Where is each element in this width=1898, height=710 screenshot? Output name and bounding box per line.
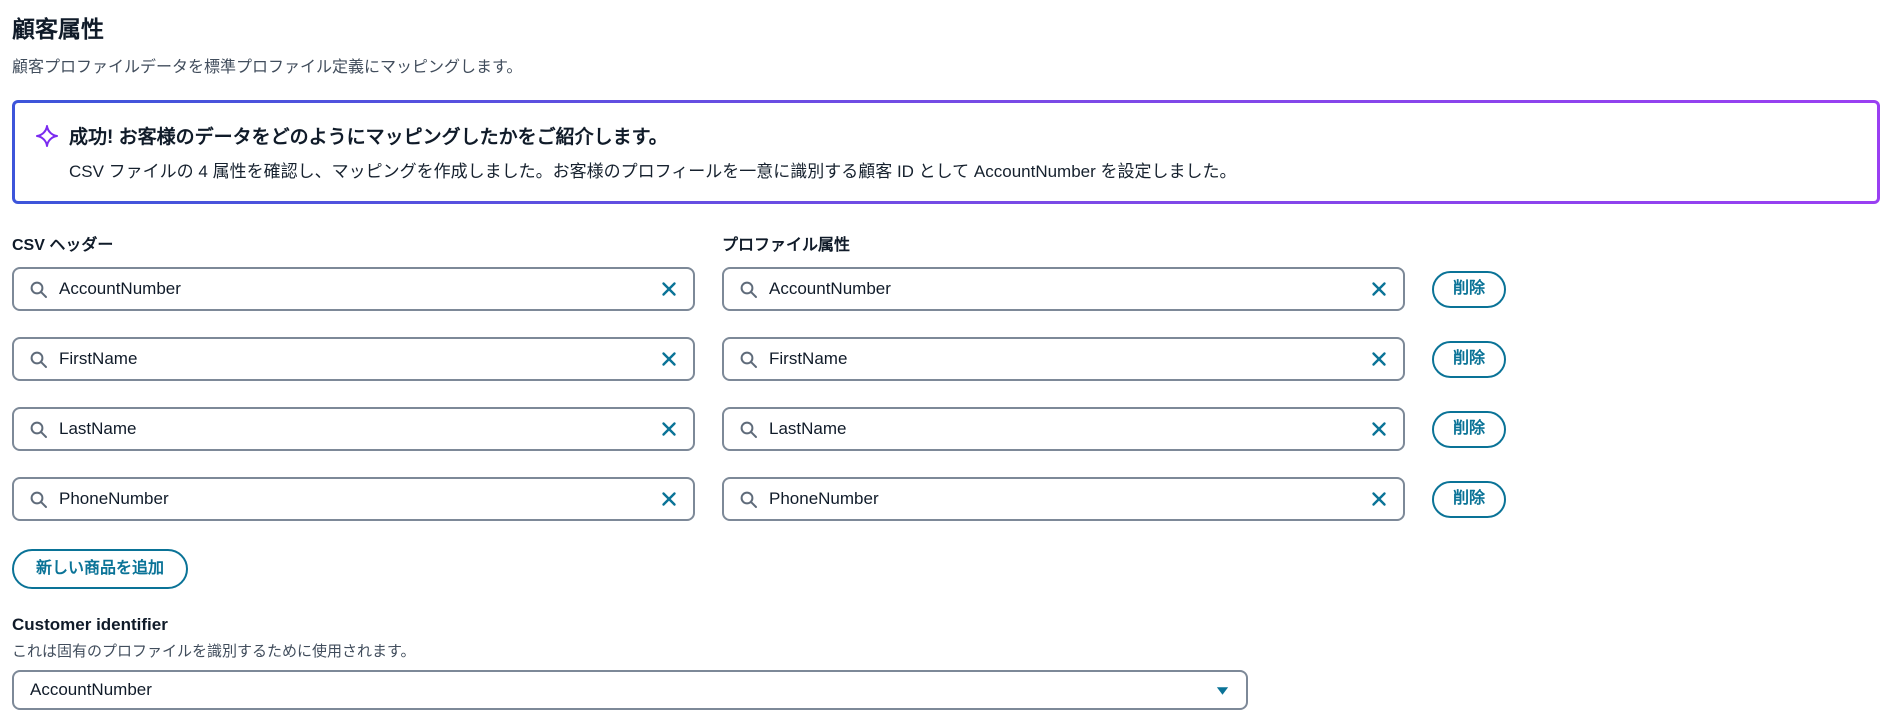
column-headers: CSV ヘッダー プロファイル属性 <box>12 231 1880 255</box>
clear-x-icon[interactable] <box>1370 420 1388 438</box>
customer-identifier-description: これは固有のプロファイルを識別するために使用されます。 <box>12 643 416 660</box>
banner-description: CSV ファイルの 4 属性を確認し、マッピングを作成しました。お客様のプロフィ… <box>69 162 1237 181</box>
csv-header-input[interactable] <box>59 349 650 369</box>
clear-x-icon[interactable] <box>660 420 678 438</box>
mapping-row: 削除 <box>12 477 1880 521</box>
search-icon <box>739 350 758 369</box>
mapping-rows: 削除 <box>12 267 1880 521</box>
page-title: 顧客属性 <box>12 16 104 42</box>
csv-header-column-label: CSV ヘッダー <box>12 237 114 254</box>
profile-attribute-field <box>722 337 1405 381</box>
customer-identifier-selected-value: AccountNumber <box>30 680 152 699</box>
profile-attribute-input[interactable] <box>769 349 1360 369</box>
customer-attributes-page: 顧客属性 顧客プロファイルデータを標準プロファイル定義にマッピングします。 成功… <box>0 0 1898 710</box>
caret-down-icon <box>1215 683 1230 698</box>
delete-button[interactable]: 削除 <box>1432 340 1507 378</box>
mapping-row: 削除 <box>12 267 1880 311</box>
success-banner-body: 成功! お客様のデータをどのようにマッピングしたかをご紹介します。 CSV ファ… <box>15 103 1877 201</box>
csv-header-field <box>12 477 695 521</box>
search-icon <box>29 420 48 439</box>
success-banner: 成功! お客様のデータをどのようにマッピングしたかをご紹介します。 CSV ファ… <box>12 100 1880 204</box>
search-icon <box>29 280 48 299</box>
profile-attribute-field <box>722 477 1405 521</box>
search-icon <box>29 350 48 369</box>
customer-identifier-section: Customer identifier これは固有のプロファイルを識別するために… <box>12 615 1880 710</box>
search-icon <box>739 420 758 439</box>
csv-header-field <box>12 337 695 381</box>
csv-header-input[interactable] <box>59 489 650 509</box>
csv-header-input[interactable] <box>59 279 650 299</box>
profile-attribute-field <box>722 267 1405 311</box>
profile-attribute-input[interactable] <box>769 419 1360 439</box>
search-icon <box>739 280 758 299</box>
banner-title: 成功! お客様のデータをどのようにマッピングしたかをご紹介します。 <box>69 127 668 148</box>
clear-x-icon[interactable] <box>660 280 678 298</box>
clear-x-icon[interactable] <box>660 490 678 508</box>
mapping-row: 削除 <box>12 407 1880 451</box>
csv-header-field <box>12 267 695 311</box>
clear-x-icon[interactable] <box>1370 280 1388 298</box>
delete-button[interactable]: 削除 <box>1432 480 1507 518</box>
search-icon <box>739 490 758 509</box>
customer-identifier-select[interactable]: AccountNumber <box>12 670 1248 710</box>
mapping-row: 削除 <box>12 337 1880 381</box>
clear-x-icon[interactable] <box>1370 350 1388 368</box>
page-subtitle: 顧客プロファイルデータを標準プロファイル定義にマッピングします。 <box>12 59 523 76</box>
delete-button[interactable]: 削除 <box>1432 410 1507 448</box>
profile-attribute-input[interactable] <box>769 279 1360 299</box>
profile-attribute-column-label: プロファイル属性 <box>722 237 851 254</box>
clear-x-icon[interactable] <box>1370 490 1388 508</box>
csv-header-field <box>12 407 695 451</box>
delete-button[interactable]: 削除 <box>1432 270 1507 308</box>
csv-header-input[interactable] <box>59 419 650 439</box>
add-item-button[interactable]: 新しい商品を追加 <box>12 549 189 589</box>
sparkle-icon <box>35 124 59 148</box>
profile-attribute-field <box>722 407 1405 451</box>
customer-identifier-label: Customer identifier <box>12 615 168 634</box>
profile-attribute-input[interactable] <box>769 489 1360 509</box>
clear-x-icon[interactable] <box>660 350 678 368</box>
search-icon <box>29 490 48 509</box>
